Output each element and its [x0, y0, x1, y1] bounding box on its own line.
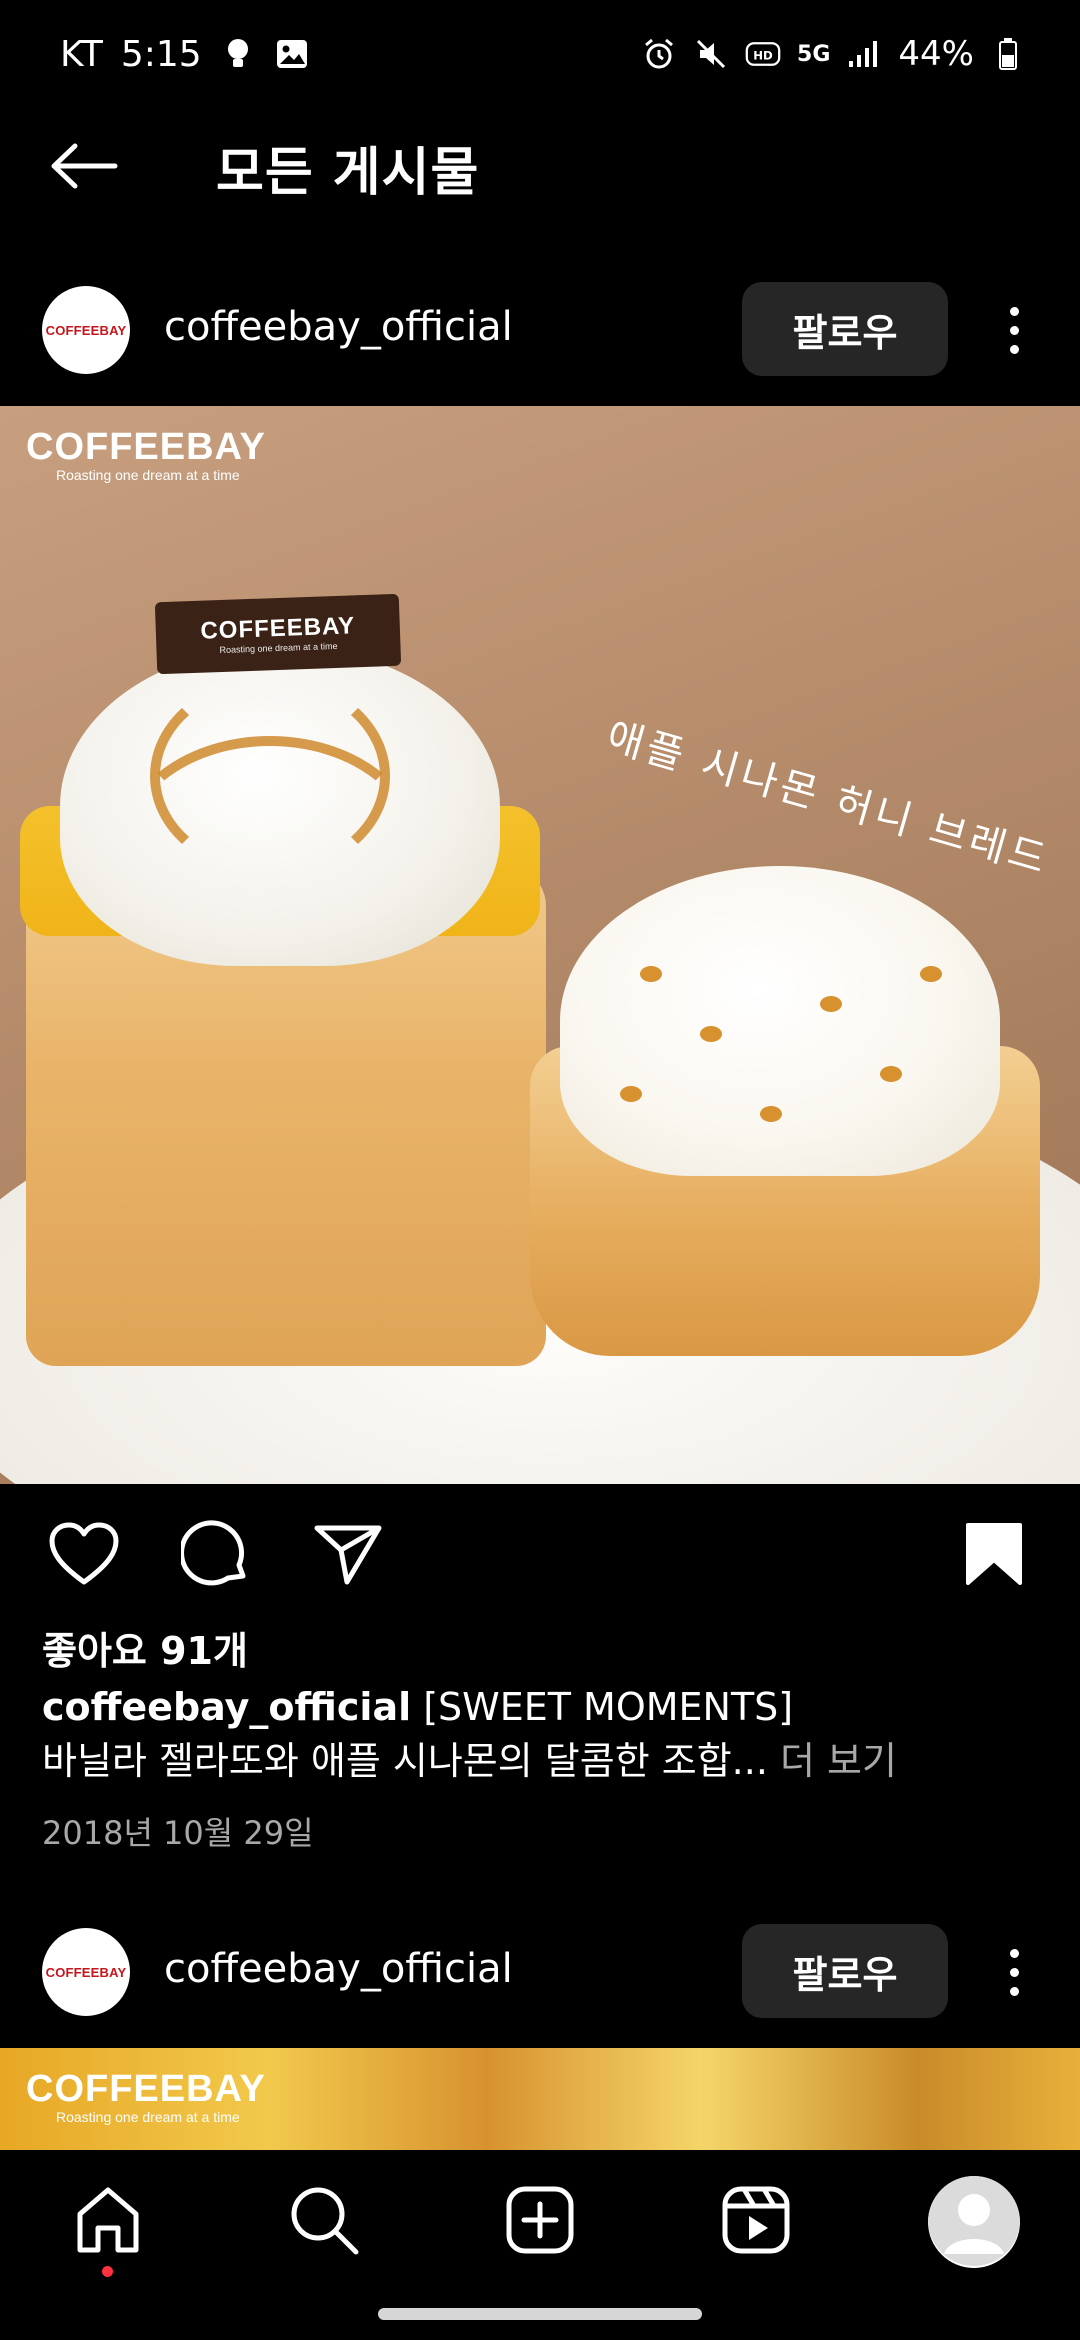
send-icon: [313, 1522, 383, 1590]
post-caption: coffeebay_official [SWEET MOMENTS] 바닐라 젤…: [42, 1680, 1042, 1788]
network-label: 5G: [797, 41, 831, 67]
reels-icon: [720, 2184, 792, 2260]
like-button[interactable]: [48, 1520, 120, 1592]
caption-text: 바닐라 젤라또와 애플 시나몬의 달콤한 조합...: [42, 1739, 768, 1783]
brand-tagline: Roasting one dream at a time: [56, 467, 240, 483]
nav-home[interactable]: [68, 2182, 148, 2262]
brand-name: COFFEEBAY: [26, 426, 266, 468]
avatar-logo-text: COFFEEBAY: [45, 1964, 127, 1980]
bookmark-icon: [965, 1522, 1023, 1590]
mute-icon: [693, 36, 729, 72]
search-icon: [288, 2184, 360, 2260]
back-button[interactable]: [48, 138, 120, 198]
page-title: 모든 게시물: [216, 143, 480, 203]
brand-logo: COFFEEBAY Roasting one dream at a time: [26, 2068, 266, 2125]
like-count[interactable]: 좋아요 91개: [42, 1620, 248, 1675]
bulb-icon: [220, 36, 256, 72]
svg-text:HD: HD: [753, 48, 773, 62]
more-vertical-icon: [1009, 306, 1019, 316]
post-username[interactable]: coffeebay_official: [164, 304, 513, 350]
more-vertical-icon: [1009, 1948, 1019, 1958]
post-date: 2018년 10월 29일: [42, 1814, 314, 1852]
signal-icon: [846, 36, 882, 72]
avatar-logo-text: COFFEEBAY: [45, 322, 127, 338]
nav-reels[interactable]: [716, 2182, 796, 2262]
post-image[interactable]: COFFEEBAY Roasting one dream at a time 애…: [0, 406, 1080, 1484]
profile-icon: [928, 2176, 1020, 2268]
post-actions: [0, 1484, 1080, 1624]
nav-search[interactable]: [284, 2182, 364, 2262]
caption-title: [SWEET MOMENTS]: [423, 1685, 794, 1729]
more-options-button[interactable]: [994, 286, 1034, 374]
post-username[interactable]: coffeebay_official: [164, 1946, 513, 1992]
app-header: 모든 게시물: [0, 108, 1080, 224]
chocolate-plaque: COFFEEBAY Roasting one dream at a time: [154, 593, 402, 675]
clock: 5:15: [120, 33, 202, 75]
whipped-cream: [560, 866, 1000, 1176]
comment-icon: [179, 1519, 251, 1593]
follow-button[interactable]: 팔로우: [742, 282, 948, 376]
nav-create[interactable]: [500, 2182, 580, 2262]
brand-logo: COFFEEBAY Roasting one dream at a time: [26, 426, 266, 483]
image-icon: [274, 36, 310, 72]
hd-icon: HD: [745, 36, 781, 72]
post-header-2: COFFEEBAY coffeebay_official 팔로우: [0, 1912, 1080, 2032]
comment-button[interactable]: [179, 1519, 252, 1593]
battery-label: 44%: [898, 34, 974, 74]
battery-icon: [990, 36, 1026, 72]
save-button[interactable]: [958, 1520, 1030, 1592]
avatar[interactable]: COFFEEBAY: [42, 286, 130, 374]
more-link[interactable]: 더 보기: [780, 1739, 897, 1783]
home-icon: [72, 2184, 144, 2260]
home-indicator[interactable]: [378, 2308, 702, 2320]
handwritten-menu-name: 애플 시나몬 허니 브레드: [601, 713, 1055, 885]
brand-name: COFFEEBAY: [26, 2068, 266, 2110]
post-header: COFFEEBAY coffeebay_official 팔로우: [0, 270, 1080, 390]
brand-tagline: Roasting one dream at a time: [56, 2109, 240, 2125]
post-image-2[interactable]: COFFEEBAY Roasting one dream at a time: [0, 2048, 1080, 2150]
notification-dot: [102, 2266, 113, 2277]
caption-username[interactable]: coffeebay_official: [42, 1685, 411, 1729]
alarm-icon: [641, 36, 677, 72]
follow-button[interactable]: 팔로우: [742, 1924, 948, 2018]
arrow-left-icon: [49, 141, 119, 195]
status-bar: KT 5:15 HD 5G 44%: [0, 0, 1080, 108]
heart-icon: [49, 1522, 119, 1590]
share-button[interactable]: [312, 1520, 384, 1592]
avatar[interactable]: COFFEEBAY: [42, 1928, 130, 2016]
more-options-button[interactable]: [994, 1928, 1034, 2016]
nav-profile[interactable]: [928, 2176, 1020, 2268]
add-post-icon: [504, 2184, 576, 2260]
carrier-label: KT: [60, 33, 103, 75]
